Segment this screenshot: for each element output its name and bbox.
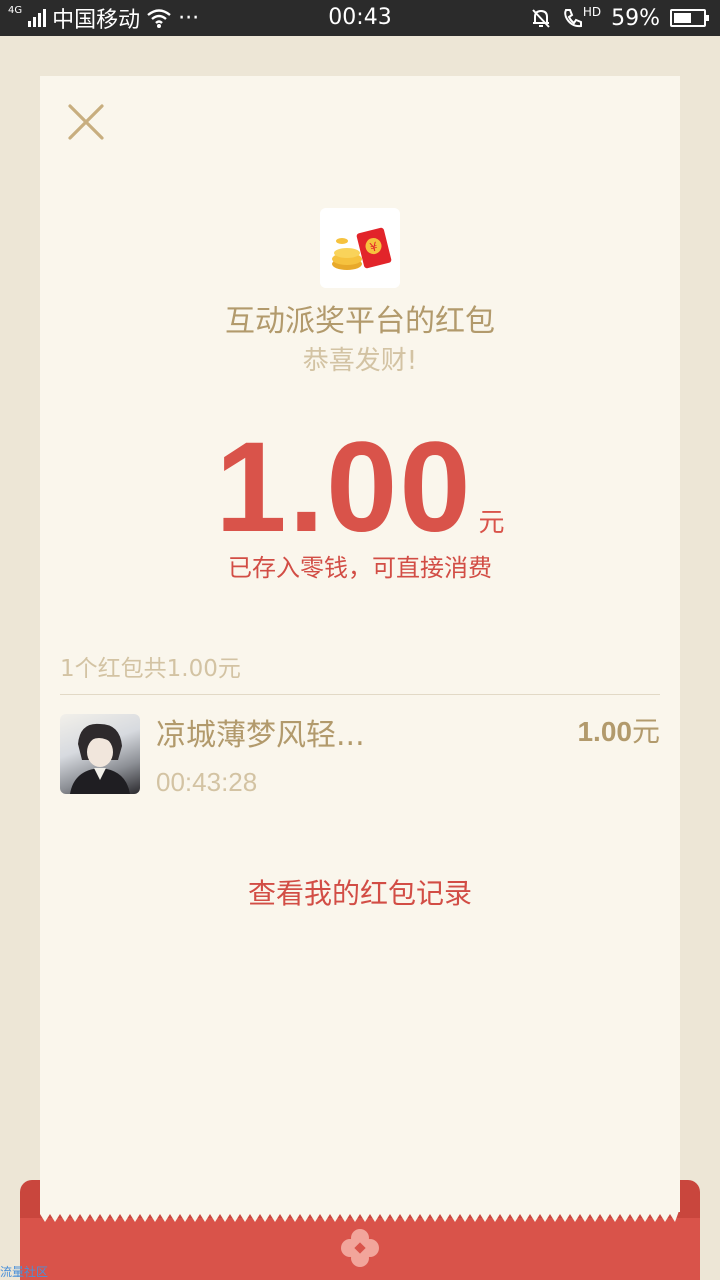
red-packet-app-icon: ¥	[320, 208, 400, 288]
hd-label: HD	[582, 5, 602, 19]
hd-call-icon: HD	[562, 5, 602, 29]
battery-icon	[670, 9, 709, 27]
receiver-amount-unit: 元	[631, 715, 660, 748]
envelope-flower-icon	[341, 1229, 379, 1267]
amount-unit: 元	[478, 508, 505, 538]
divider	[60, 694, 660, 695]
close-icon[interactable]	[66, 102, 106, 142]
receiver-amount: 1.00元	[577, 714, 660, 750]
avatar	[60, 714, 140, 794]
amount-value: 1.00	[215, 416, 473, 559]
card-zigzag-edge	[40, 1208, 680, 1222]
packet-amount: 1.00 元	[40, 424, 680, 552]
packet-summary: 1个红包共1.00元	[60, 656, 241, 682]
status-bar: 4G 中国移动 ··· 00:43 HD 59%	[0, 0, 720, 36]
packet-greeting: 恭喜发财!	[302, 346, 418, 376]
receiver-row[interactable]: 凉城薄梦风轻... 00:43:28 1.00元	[60, 714, 660, 798]
view-records-link[interactable]: 查看我的红包记录	[40, 874, 680, 914]
receiver-name: 凉城薄梦风轻...	[156, 718, 365, 753]
watermark: 流量社区	[0, 1265, 49, 1279]
receiver-amount-value: 1.00	[577, 716, 632, 747]
bell-muted-icon	[532, 9, 550, 28]
battery-percent: 59%	[611, 5, 660, 31]
receive-time: 00:43:28	[156, 767, 258, 797]
packet-title: 互动派奖平台的红包	[225, 304, 495, 339]
stored-message: 已存入零钱，可直接消费	[228, 554, 492, 582]
status-right: HD 59%	[530, 0, 709, 36]
